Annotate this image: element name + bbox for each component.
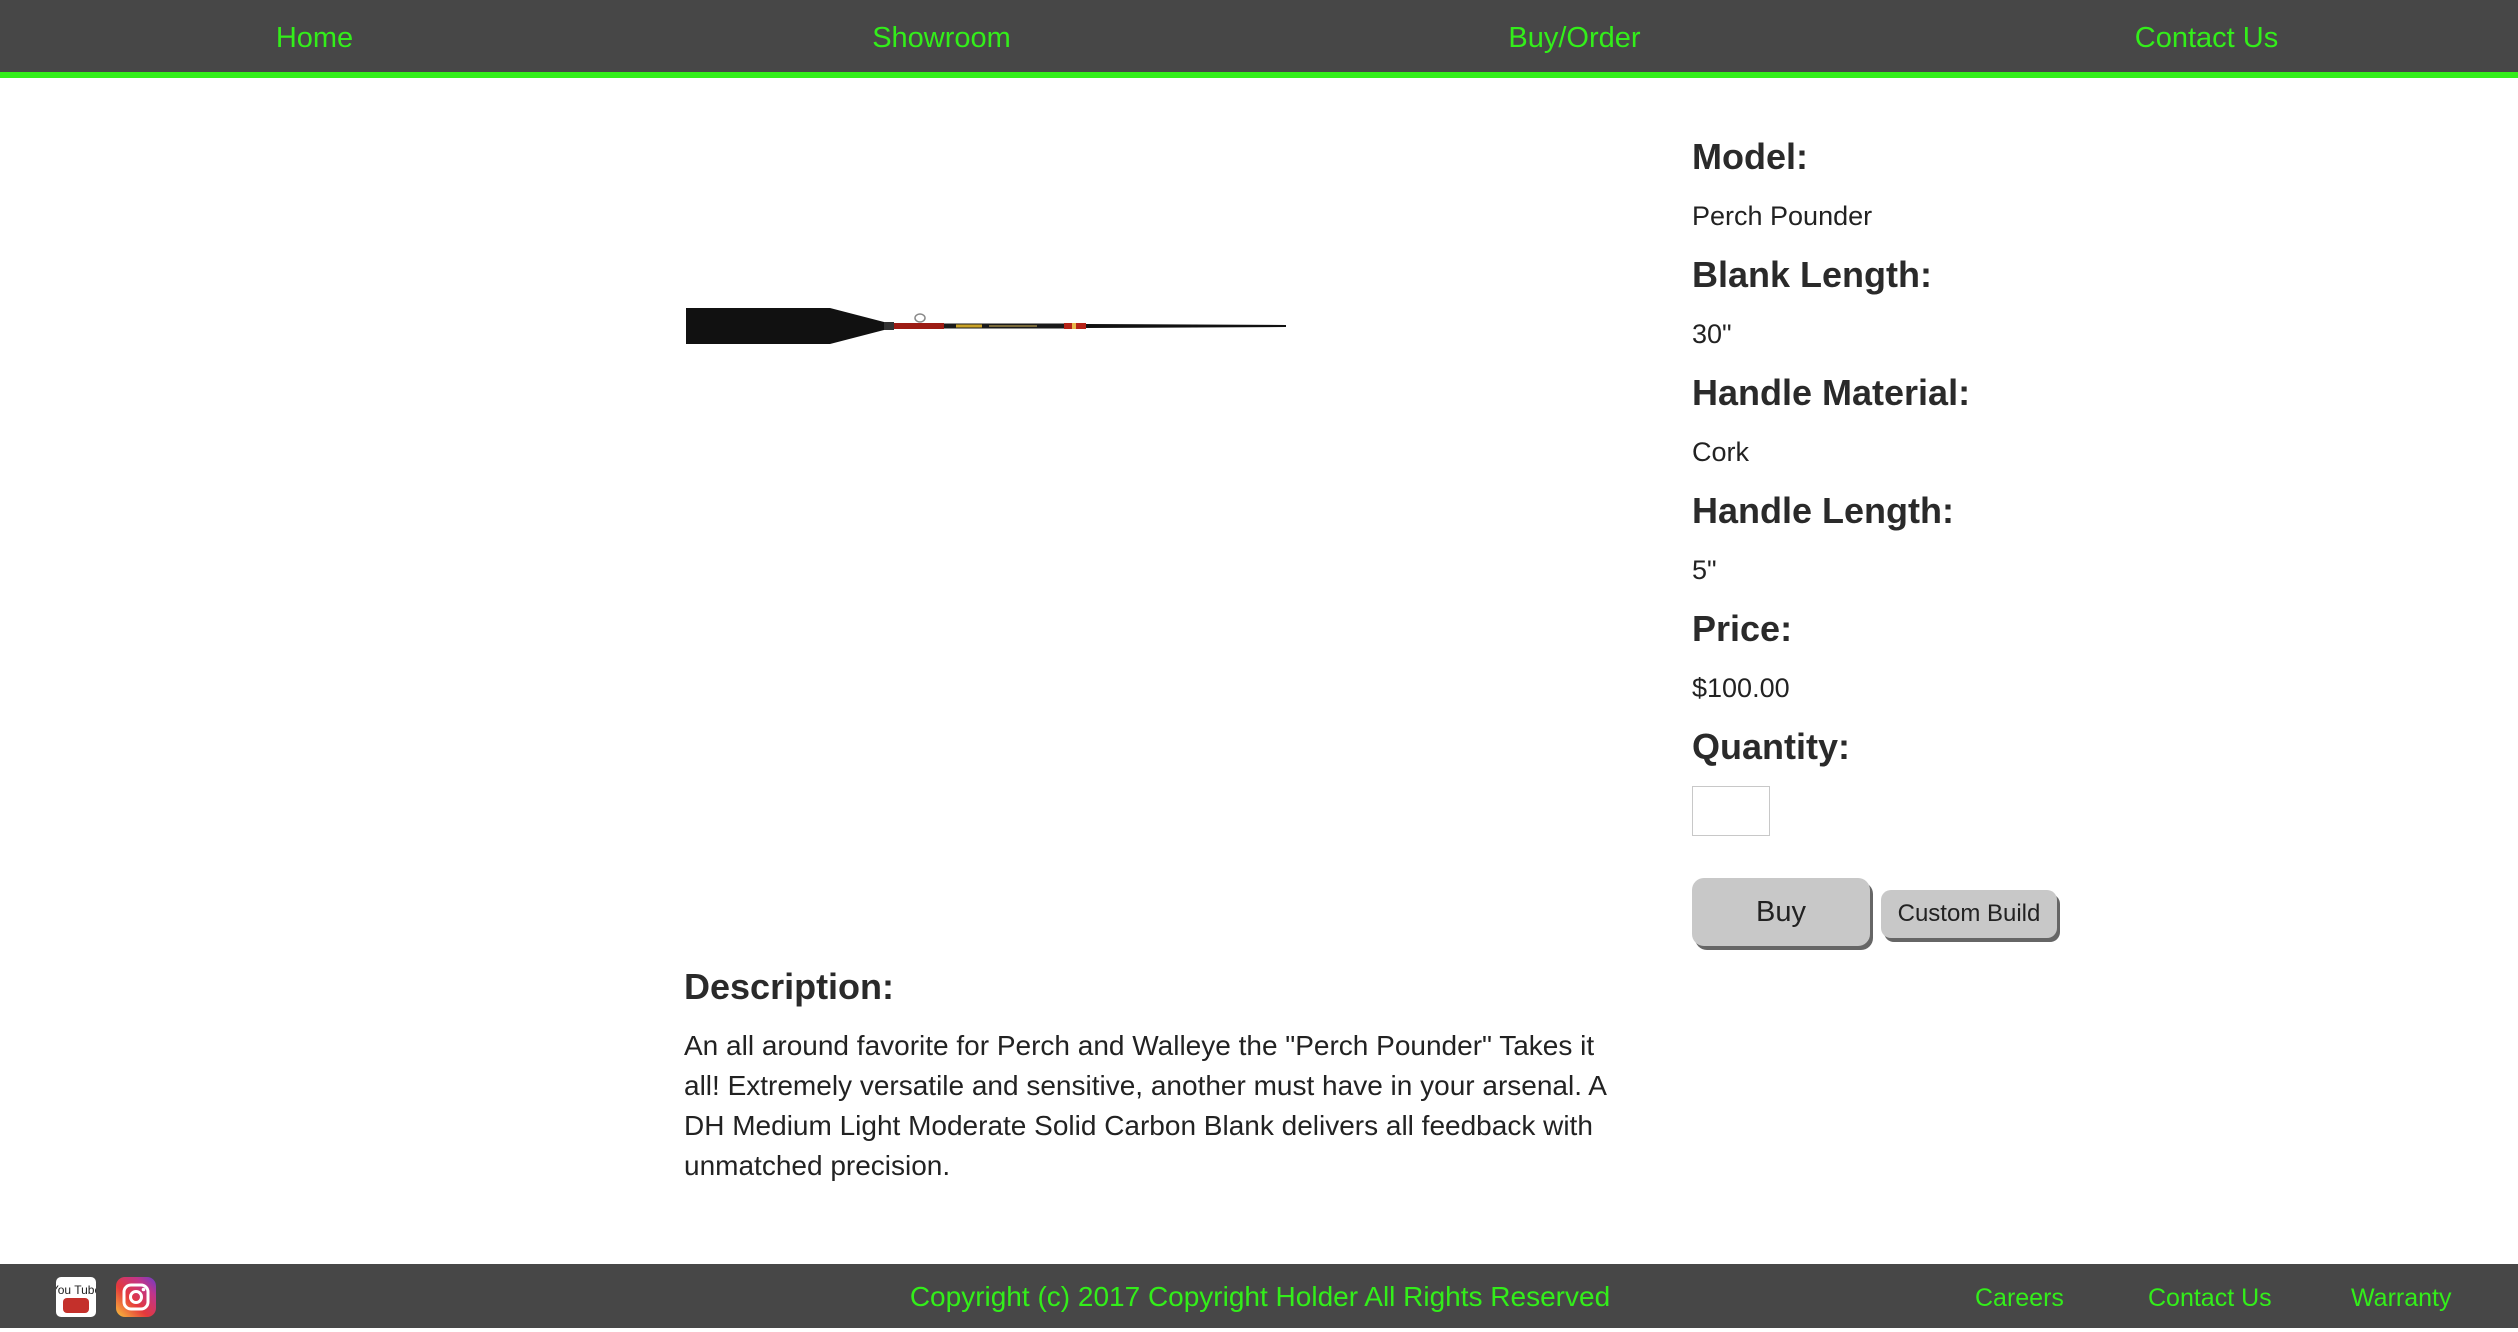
copyright-text: Copyright (c) 2017 Copyright Holder All … [909, 1281, 1611, 1312]
handle-length-value: 5" [1692, 555, 1717, 585]
quantity-input[interactable] [1692, 786, 1770, 836]
price-label: Price: [1692, 608, 1793, 649]
price-value: $100.00 [1692, 673, 1790, 703]
blank-length-value: 30" [1692, 319, 1732, 349]
handle-material-label: Handle Material: [1692, 372, 1971, 413]
instagram-icon[interactable] [116, 1277, 156, 1317]
model-value: Perch Pounder [1692, 201, 1873, 231]
top-nav: Home Showroom Buy/Order Contact Us [0, 0, 2518, 78]
blank-length-label: Blank Length: [1692, 254, 1932, 295]
nav-showroom[interactable]: Showroom [627, 0, 1256, 72]
buy-button[interactable]: Buy [1692, 878, 1870, 946]
footer: You Tube Copyright (c) 2017 Copyright Ho… [0, 1264, 2518, 1328]
description-heading: Description: [684, 966, 895, 1007]
nav-home[interactable]: Home [0, 0, 629, 72]
custom-build-button[interactable]: Custom Build [1881, 890, 2057, 938]
product-specs: Model: Perch Pounder Blank Length: 30" H… [1692, 130, 2252, 774]
handle-length-label: Handle Length: [1692, 490, 1954, 531]
footer-contact-us-link[interactable]: Contact Us [2148, 1264, 2272, 1328]
nav-buy-order[interactable]: Buy/Order [1260, 0, 1889, 72]
model-label: Model: [1692, 136, 1808, 177]
youtube-you-text: You Tube [56, 1283, 96, 1297]
handle-material-value: Cork [1692, 437, 1750, 467]
footer-warranty-link[interactable]: Warranty [2351, 1264, 2451, 1328]
footer-careers-link[interactable]: Careers [1975, 1264, 2064, 1328]
nav-contact-us[interactable]: Contact Us [1892, 0, 2518, 72]
fishing-rod-image [686, 308, 1286, 344]
youtube-icon[interactable]: You Tube [51, 1277, 101, 1317]
description-text: An all around favorite for Perch and Wal… [684, 1030, 1606, 1181]
quantity-label: Quantity: [1692, 726, 1850, 767]
